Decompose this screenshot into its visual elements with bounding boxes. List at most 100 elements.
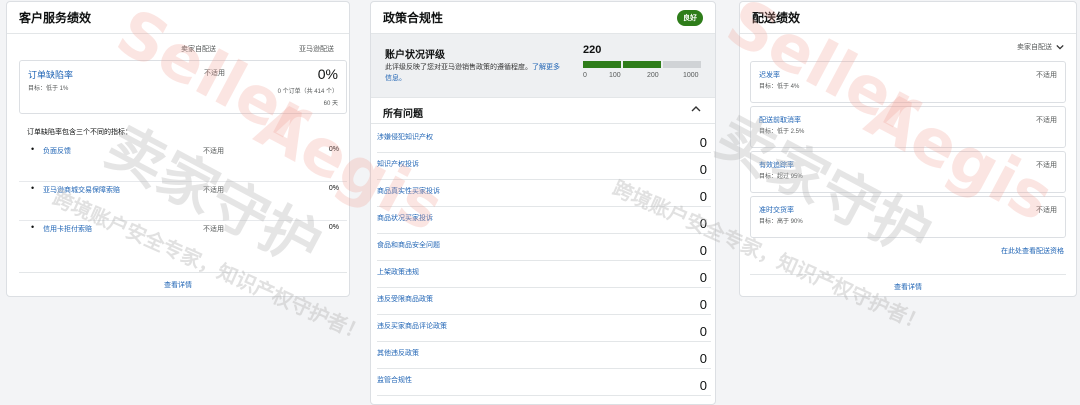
issue-row: 商品真实性买家投诉 0 — [377, 180, 711, 207]
customer-service-header: 客户服务绩效 — [7, 2, 349, 34]
odr-link[interactable]: 订单缺陷率 — [28, 68, 73, 81]
ahr-tick: 100 — [609, 72, 621, 79]
odr-intro: 订单缺陷率包含三个不同的指标： — [27, 129, 132, 136]
issue-count: 0 — [699, 270, 707, 285]
shipping-metric-link-on-time-delivery[interactable]: 准时交货率 — [759, 205, 794, 215]
issue-row: 商品状况买家投诉 0 — [377, 207, 711, 234]
metric-amazon-value: 0% — [328, 224, 339, 231]
odr-seller-value: 不适用 — [204, 70, 225, 77]
issue-count: 0 — [699, 378, 707, 393]
ahr-bar-segment — [583, 61, 621, 68]
issue-link[interactable]: 违反买家商品评论政策 — [377, 321, 447, 331]
issue-link[interactable]: 其他违反政策 — [377, 348, 419, 358]
issue-link[interactable]: 上架政策违规 — [377, 267, 419, 277]
issue-count: 0 — [699, 135, 707, 150]
shipping-eligibility-link[interactable]: 在此处查看配送资格 — [1001, 246, 1064, 256]
account-health-rating: 账户状况评级 此评级反映了您对亚马逊销售政策的遵循程度。了解更多信息。 220 … — [371, 34, 715, 98]
issue-link[interactable]: 知识产权投诉 — [377, 159, 419, 169]
metric-link-chargeback-claims[interactable]: 信用卡拒付索赔 — [43, 224, 92, 234]
policy-header: 政策合规性 良好 — [371, 2, 715, 34]
shipping-metric-card: 迟发率 目标：低于 4% 不适用 — [750, 61, 1066, 103]
bullet: • — [31, 144, 35, 154]
metric-amazon-value: 0% — [328, 146, 339, 153]
ahr-tick: 1000 — [683, 72, 699, 79]
shipping-metric-card: 准时交货率 目标：高于 90% 不适用 — [750, 196, 1066, 238]
metric-link-a-to-z-claims[interactable]: 亚马逊商城交易保障索赔 — [43, 185, 120, 195]
metric-row: • 负面反馈 不适用 0% — [19, 144, 347, 182]
ahr-tick: 200 — [647, 72, 659, 79]
shipping-metric-link-valid-tracking[interactable]: 有效追踪率 — [759, 160, 794, 170]
status-badge: 良好 — [677, 9, 703, 26]
issue-row: 违反买家商品评论政策 0 — [377, 315, 711, 342]
shipping-metric-target: 目标：超过 95% — [759, 174, 803, 180]
issue-count: 0 — [699, 189, 707, 204]
issue-count: 0 — [699, 216, 707, 231]
chevron-down-icon — [1056, 44, 1064, 50]
shipping-metric-value: 不适用 — [1036, 207, 1057, 214]
odr-card: 订单缺陷率 目标：低于 1% 不适用 0% 0 个订单（共 414 个） 60 … — [19, 60, 347, 114]
issue-row: 知识产权投诉 0 — [377, 153, 711, 180]
policy-compliance-panel: 政策合规性 良好 账户状况评级 此评级反映了您对亚马逊销售政策的遵循程度。了解更… — [370, 1, 716, 405]
odr-orders-text: 0 个订单（共 414 个） — [277, 89, 338, 95]
shipping-view-details-link[interactable]: 查看详情 — [740, 282, 1076, 292]
odr-target: 目标：低于 1% — [28, 86, 69, 92]
issue-row: 其他违反政策 0 — [377, 342, 711, 369]
odr-amazon-value: 0% — [317, 66, 338, 82]
metric-row: • 亚马逊商城交易保障索赔 不适用 0% — [19, 183, 347, 221]
shipping-metric-value: 不适用 — [1036, 117, 1057, 124]
issue-count: 0 — [699, 351, 707, 366]
col-amazon-fulfilled: 亚马逊配送 — [299, 46, 334, 53]
divider — [750, 274, 1066, 275]
shipping-metric-target: 目标：高于 90% — [759, 219, 803, 225]
ahr-description-text: 此评级反映了您对亚马逊销售政策的遵循程度。 — [385, 64, 532, 71]
shipping-metric-target: 目标：低于 2.5% — [759, 129, 805, 135]
shipping-performance-panel: 配送绩效 卖家自配送 迟发率 目标：低于 4% 不适用 配送前取消率 目标：低于… — [739, 1, 1077, 297]
fulfillment-filter[interactable]: 卖家自配送 — [1017, 42, 1064, 52]
customer-service-panel: 客户服务绩效 卖家自配送 亚马逊配送 订单缺陷率 目标：低于 1% 不适用 0%… — [6, 1, 350, 297]
issue-link[interactable]: 涉嫌侵犯知识产权 — [377, 132, 433, 142]
customer-service-view-details-link[interactable]: 查看详情 — [7, 280, 349, 290]
all-issues-title: 所有问题 — [383, 109, 423, 120]
shipping-metric-card: 有效追踪率 目标：超过 95% 不适用 — [750, 151, 1066, 193]
fulfillment-filter-label: 卖家自配送 — [1017, 44, 1052, 51]
ahr-tick: 0 — [583, 72, 587, 79]
issue-count: 0 — [699, 297, 707, 312]
shipping-metric-target: 目标：低于 4% — [759, 84, 800, 90]
issue-link[interactable]: 商品真实性买家投诉 — [377, 186, 440, 196]
divider — [19, 272, 347, 273]
issue-count: 0 — [699, 324, 707, 339]
ahr-title: 账户状况评级 — [385, 50, 445, 61]
issue-link[interactable]: 商品状况买家投诉 — [377, 213, 433, 223]
customer-service-title: 客户服务绩效 — [19, 11, 92, 25]
ahr-bar-segment — [663, 61, 701, 68]
issue-count: 0 — [699, 243, 707, 258]
ahr-bar — [583, 61, 701, 68]
bullet: • — [31, 183, 35, 193]
metric-row: • 信用卡拒付索赔 不适用 0% — [19, 222, 347, 260]
issue-link[interactable]: 监管合规性 — [377, 375, 412, 385]
issue-link[interactable]: 食品和商品安全问题 — [377, 240, 440, 250]
issue-link[interactable]: 违反受限商品政策 — [377, 294, 433, 304]
issue-count: 0 — [699, 162, 707, 177]
metric-link-negative-feedback[interactable]: 负面反馈 — [43, 146, 71, 156]
shipping-metric-card: 配送前取消率 目标：低于 2.5% 不适用 — [750, 106, 1066, 148]
metric-seller-value: 不适用 — [203, 226, 224, 233]
issue-row: 食品和商品安全问题 0 — [377, 234, 711, 261]
ahr-bar-segment — [623, 61, 661, 68]
odr-days-text: 60 天 — [323, 101, 338, 107]
shipping-metric-value: 不适用 — [1036, 162, 1057, 169]
shipping-metric-link-late-shipment[interactable]: 迟发率 — [759, 70, 780, 80]
all-issues-header[interactable]: 所有问题 — [371, 98, 715, 124]
chevron-up-icon[interactable] — [691, 104, 701, 114]
metric-amazon-value: 0% — [328, 185, 339, 192]
issue-row: 违反受限商品政策 0 — [377, 288, 711, 315]
bullet: • — [31, 222, 35, 232]
issue-row: 涉嫌侵犯知识产权 0 — [377, 126, 711, 153]
policy-title: 政策合规性 — [383, 11, 444, 25]
metric-seller-value: 不适用 — [203, 148, 224, 155]
col-seller-fulfilled: 卖家自配送 — [181, 46, 216, 53]
ahr-score: 220 — [583, 44, 602, 56]
metric-seller-value: 不适用 — [203, 187, 224, 194]
shipping-metric-link-cancel-rate[interactable]: 配送前取消率 — [759, 115, 801, 125]
shipping-header: 配送绩效 — [740, 2, 1076, 34]
